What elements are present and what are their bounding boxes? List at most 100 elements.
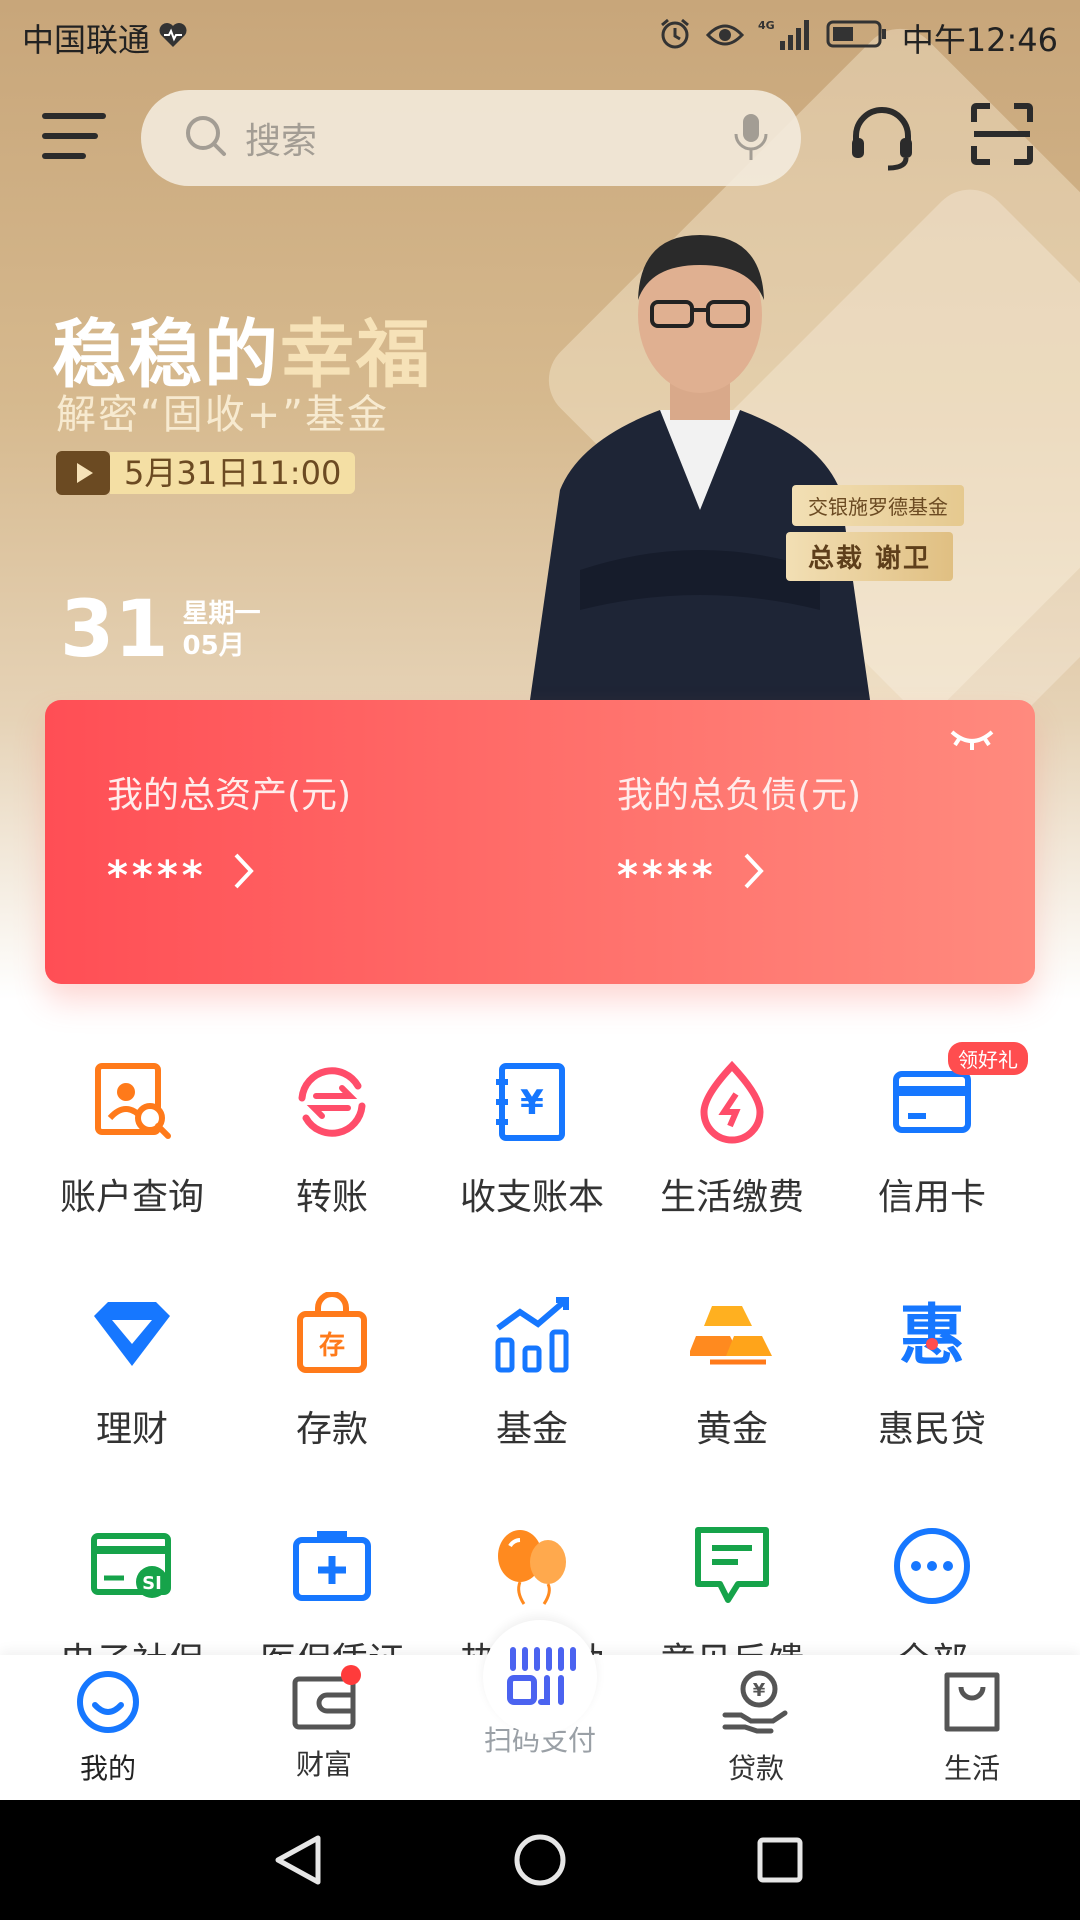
total-liabilities-value: **** (617, 853, 717, 899)
nav-label: 财富 (295, 1748, 352, 1781)
service-label: 黄金 (695, 1409, 768, 1450)
signal-icon: 4G (758, 17, 812, 59)
nav-mine[interactable]: 我的 (0, 1669, 216, 1787)
service-label: 账户查询 (59, 1177, 204, 1218)
total-assets-value-row: **** (107, 852, 351, 900)
service-social-security[interactable]: SI 电子社保 (24, 1524, 240, 1660)
transfer-icon (290, 1060, 374, 1144)
service-label: 存款 (295, 1409, 368, 1450)
service-feedback[interactable]: 意见反馈 (624, 1524, 840, 1660)
total-liabilities[interactable]: 我的总负债(元) **** (617, 766, 861, 900)
top-bar: 搜索 (0, 88, 1080, 188)
promo-datetime-tag: 5月31日11:00 (56, 451, 356, 495)
scan-pay-button[interactable] (483, 1620, 597, 1734)
credit-card-icon: 领好礼 (890, 1042, 1028, 1144)
system-navigation-bar (0, 1800, 1080, 1920)
notification-dot (341, 1665, 361, 1685)
shopping-bag-icon (944, 1672, 1000, 1732)
total-assets-value: **** (107, 853, 207, 899)
nav-label: 贷款 (727, 1752, 784, 1785)
service-label: 生活缴费 (659, 1177, 804, 1218)
status-icons: 4G 中午12:46 (658, 15, 1058, 61)
promo-badge: 领好礼 (948, 1042, 1028, 1075)
service-label: 信用卡 (877, 1177, 986, 1218)
nav-label: 生活 (943, 1752, 1000, 1785)
chevron-right-icon (233, 852, 255, 900)
asset-summary-card: 我的总资产(元) **** 我的总负债(元) **** (45, 700, 1035, 984)
clock: 中午12:46 (901, 20, 1058, 59)
carrier-name: 中国联通 (22, 20, 151, 59)
svg-text:SI: SI (142, 1573, 162, 1594)
back-icon[interactable] (275, 1835, 321, 1885)
nav-loan[interactable]: ¥ 贷款 (648, 1669, 864, 1787)
svg-text:存: 存 (319, 1331, 345, 1361)
barcode-scan-icon (507, 1647, 576, 1705)
diamond-icon (90, 1292, 174, 1376)
home-icon[interactable] (514, 1834, 566, 1886)
service-account-query[interactable]: 账户查询 (24, 1060, 240, 1220)
promo-datetime: 5月31日11:00 (110, 452, 356, 494)
service-transfer[interactable]: 转账 (224, 1060, 440, 1220)
date-day: 31 (60, 585, 169, 675)
microphone-icon[interactable] (731, 112, 771, 168)
service-label: 理财 (95, 1409, 168, 1450)
service-label: 基金 (495, 1409, 568, 1450)
account-query-icon (90, 1060, 174, 1144)
service-deposit[interactable]: 存 存款 (224, 1291, 440, 1452)
total-liabilities-label: 我的总负债(元) (617, 775, 862, 816)
balloons-icon (490, 1524, 574, 1608)
carrier-group: 中国联通 (22, 15, 188, 61)
service-all[interactable]: 全部 (824, 1524, 1040, 1660)
network-type: 4G (758, 19, 775, 32)
medical-kit-icon (290, 1524, 374, 1608)
wallet-icon (291, 1665, 361, 1735)
smile-face-icon (77, 1671, 139, 1733)
date-weekday: 星期一 (182, 599, 261, 629)
service-credit-card[interactable]: 领好礼 信用卡 (824, 1042, 1040, 1220)
deposit-icon: 存 (290, 1291, 374, 1376)
service-label: 收支账本 (459, 1177, 604, 1218)
recents-icon[interactable] (757, 1837, 803, 1883)
presenter-company: 交银施罗德基金 (792, 485, 964, 526)
date-display: 31 星期一 05月 (60, 585, 261, 675)
fund-chart-icon (490, 1292, 574, 1376)
presenter-photo (520, 210, 880, 700)
more-icon (890, 1524, 974, 1608)
service-label: 惠民贷 (877, 1409, 986, 1450)
search-bar[interactable]: 搜索 (141, 90, 801, 186)
gold-bars-icon (688, 1292, 774, 1376)
presenter-title: 总裁 谢卫 (786, 532, 954, 581)
nav-life[interactable]: 生活 (864, 1669, 1080, 1787)
loan-hand-icon: ¥ (722, 1670, 788, 1734)
scan-icon[interactable] (970, 102, 1034, 170)
svg-text:¥: ¥ (753, 1680, 766, 1701)
hide-amount-icon[interactable] (949, 724, 995, 758)
date-meta: 星期一 05月 (183, 598, 261, 662)
service-ledger[interactable]: ¥ 收支账本 (424, 1060, 640, 1220)
service-bill-pay[interactable]: 生活缴费 (624, 1060, 840, 1220)
feedback-icon (690, 1524, 774, 1608)
nav-wealth[interactable]: 财富 (216, 1665, 432, 1783)
bill-pay-icon (690, 1060, 774, 1144)
ledger-icon: ¥ (490, 1060, 574, 1144)
status-bar: 中国联通 4G 中午12:46 (0, 0, 1080, 75)
menu-button[interactable] (42, 113, 106, 163)
service-gold[interactable]: 黄金 (624, 1292, 840, 1452)
total-assets-label: 我的总资产(元) (107, 775, 352, 816)
social-security-icon: SI (90, 1524, 174, 1608)
service-wealth[interactable]: 理财 (24, 1292, 240, 1452)
total-assets[interactable]: 我的总资产(元) **** (107, 766, 351, 900)
nav-label: 我的 (79, 1752, 136, 1785)
search-icon (183, 113, 229, 163)
service-label: 转账 (295, 1177, 368, 1218)
customer-service-icon[interactable] (846, 102, 918, 178)
alarm-icon (658, 17, 692, 59)
tv-play-icon (56, 451, 110, 495)
promo-subtitle: 解密“固收+”基金 (56, 392, 389, 438)
service-grid: 账户查询 转账 ¥ 收支账本 生活缴费 领好礼 信用卡 理财 存 存款 基金 黄… (0, 1040, 1080, 1660)
service-fund[interactable]: 基金 (424, 1292, 640, 1452)
hui-loan-icon: 惠 (890, 1292, 974, 1376)
service-hui-loan[interactable]: 惠 惠民贷 (824, 1292, 1040, 1452)
eye-comfort-icon (705, 19, 744, 57)
service-medical-voucher[interactable]: 医保凭证 (224, 1524, 440, 1660)
